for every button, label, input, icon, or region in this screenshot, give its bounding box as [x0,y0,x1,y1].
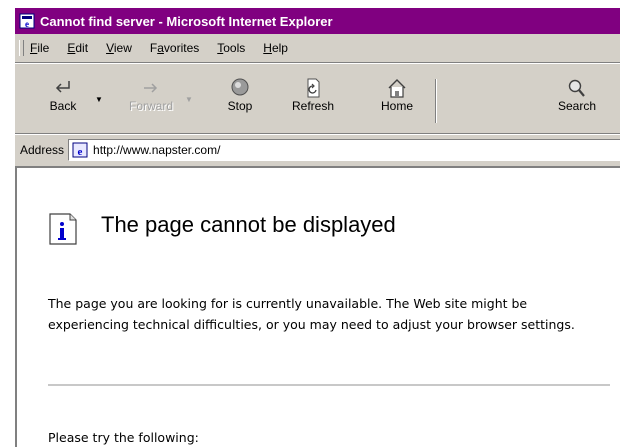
forward-button[interactable]: Forward [119,77,183,121]
internet-explorer-icon: e [19,13,35,29]
error-heading: The page cannot be displayed [101,212,396,237]
address-url: http://www.napster.com/ [93,143,221,157]
window-title: Cannot find server - Microsoft Internet … [40,13,333,29]
title-bar[interactable]: e Cannot find server - Microsoft Interne… [15,8,620,34]
menu-view[interactable]: View [106,41,132,55]
address-label: Address [20,143,65,157]
svg-text:e: e [78,146,83,158]
menu-help[interactable]: Help [263,41,288,55]
stop-button[interactable]: Stop [208,77,272,121]
back-button[interactable]: Back [31,77,95,121]
search-button[interactable]: Search [545,77,609,121]
refresh-icon [307,78,320,98]
toolbar-divider [435,79,437,123]
forward-arrow-icon [144,83,158,93]
back-label: Back [49,99,77,113]
menu-bar: File Edit View Favorites Tools Help [15,37,620,59]
menu-file[interactable]: File [30,41,49,55]
menu-edit[interactable]: Edit [67,41,88,55]
menu-tools[interactable]: Tools [217,41,245,55]
back-arrow-icon [55,81,70,93]
page-content: The page cannot be displayed The page yo… [15,166,620,447]
content-divider [48,384,610,386]
home-label: Home [380,99,413,113]
address-input[interactable]: e http://www.napster.com/ [68,139,620,161]
info-icon [49,213,77,245]
error-description: The page you are looking for is currentl… [48,296,575,332]
menu-toolbar-divider [15,62,620,64]
forward-dropdown-icon[interactable]: ▼ [185,95,193,104]
suggestions-heading: Please try the following: [48,430,199,445]
stop-label: Stop [227,99,253,113]
standard-toolbar: Back ▼ Forward ▼ Stop Refresh Home Searc… [15,65,620,135]
web-page-icon: e [72,142,88,158]
back-dropdown-icon[interactable]: ▼ [95,95,103,104]
home-icon [388,79,406,98]
browser-window: e Cannot find server - Microsoft Interne… [13,8,620,447]
menu-favorites[interactable]: Favorites [150,41,199,55]
stop-icon [231,78,249,96]
home-button[interactable]: Home [365,77,429,121]
refresh-label: Refresh [291,99,335,113]
search-label: Search [557,99,597,113]
forward-label: Forward [128,99,173,113]
search-icon [568,79,585,97]
svg-text:e: e [25,19,29,29]
address-bar: Address e http://www.napster.com/ [15,135,620,165]
refresh-button[interactable]: Refresh [281,77,345,121]
menu-bar-grip[interactable] [19,40,24,56]
